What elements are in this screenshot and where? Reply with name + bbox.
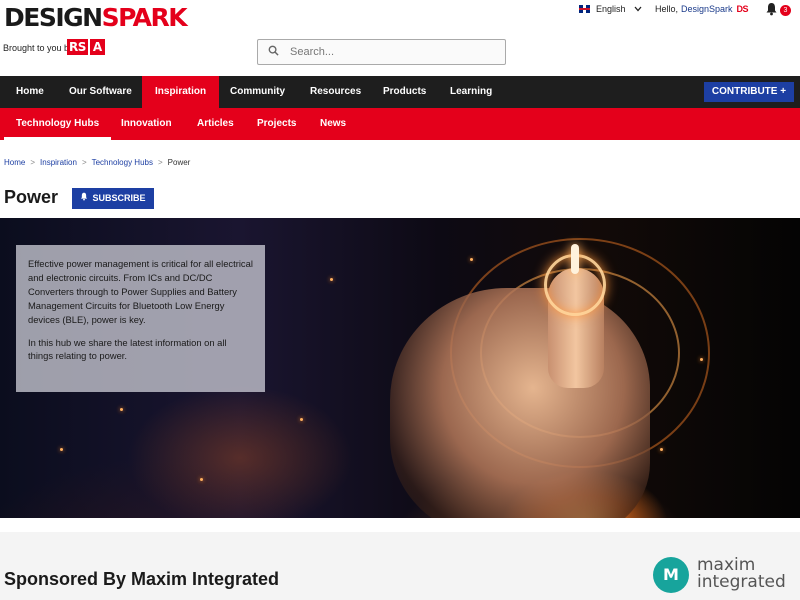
logo-text-design: DESIGN (4, 3, 103, 32)
subnav-item-projects[interactable]: Projects (257, 108, 296, 140)
rs-logo-text: RS (67, 39, 88, 55)
breadcrumb-separator: > (157, 158, 163, 167)
spark-decoration (120, 408, 123, 411)
nav-item-learning[interactable]: Learning (450, 76, 492, 108)
search-icon (268, 45, 282, 59)
subnav-item-innovation[interactable]: Innovation (121, 108, 172, 140)
user-greeting[interactable]: Hello, DesignSpark DS (655, 4, 749, 14)
notification-count-badge: 3 (780, 5, 791, 16)
spark-decoration (60, 448, 63, 451)
search-input[interactable] (290, 46, 490, 58)
brought-to-you-label: Brought to you by (3, 43, 74, 53)
subnav-item-articles[interactable]: Articles (197, 108, 234, 140)
designspark-logo[interactable]: DESIGNSPARK (4, 3, 188, 32)
spark-decoration (660, 448, 663, 451)
breadcrumb-current: Power (167, 158, 191, 167)
breadcrumb-separator: > (81, 158, 87, 167)
logo-text-spark: SPARK (101, 3, 188, 32)
subnav-item-technology-hubs[interactable]: Technology Hubs (4, 108, 112, 140)
subscribe-button[interactable]: SUBSCRIBE (72, 188, 154, 209)
subnav-item-news[interactable]: News (320, 108, 346, 140)
power-symbol-line (571, 244, 579, 274)
chevron-down-icon (634, 4, 642, 14)
user-badge-text: DS (736, 4, 749, 14)
spark-decoration (330, 278, 333, 281)
maxim-logo-line-2: integrated (697, 572, 786, 592)
breadcrumb-inspiration[interactable]: Inspiration (40, 158, 77, 167)
breadcrumb-technology-hubs[interactable]: Technology Hubs (92, 158, 153, 167)
nav-item-resources[interactable]: Resources (310, 76, 361, 108)
main-navigation: Home Our Software Inspiration Community … (0, 76, 800, 108)
spark-decoration (200, 478, 203, 481)
nav-item-home[interactable]: Home (16, 76, 44, 108)
user-avatar-badge[interactable]: DS (737, 4, 749, 14)
maxim-logo-mark[interactable]: M (653, 557, 689, 593)
greeting-text: Hello, (655, 4, 679, 14)
uk-flag-icon (579, 5, 590, 13)
username-link[interactable]: DesignSpark (681, 4, 733, 14)
language-selector[interactable]: English (579, 4, 642, 14)
site-header: DESIGNSPARK Brought to you by RSA Englis… (0, 0, 800, 76)
nav-item-community[interactable]: Community (230, 76, 285, 108)
spark-decoration (700, 358, 703, 361)
nav-item-products[interactable]: Products (383, 76, 426, 108)
bell-icon (80, 188, 88, 209)
hero-banner: Effective power management is critical f… (0, 218, 800, 518)
maxim-logo-text[interactable]: maxim integrated (697, 557, 786, 591)
spark-decoration (300, 418, 303, 421)
page-title: Power (4, 187, 59, 207)
sub-navigation: Technology Hubs Innovation Articles Proj… (0, 108, 800, 140)
a-logo-text: A (89, 39, 105, 55)
search-box[interactable] (257, 39, 506, 65)
sponsor-title: Sponsored By Maxim Integrated (4, 569, 280, 589)
breadcrumb-home[interactable]: Home (4, 158, 25, 167)
nav-item-inspiration[interactable]: Inspiration (142, 76, 220, 108)
nav-item-our-software[interactable]: Our Software (69, 76, 132, 108)
notification-bell-icon[interactable] (765, 2, 778, 19)
contribute-button[interactable]: CONTRIBUTE + (704, 82, 794, 102)
hand-image (390, 288, 650, 518)
rs-partner-logo[interactable]: RS A (67, 39, 105, 55)
language-label: English (596, 4, 626, 14)
hero-description-card: Effective power management is critical f… (16, 245, 265, 392)
breadcrumb-separator: > (30, 158, 36, 167)
hero-paragraph-1: Effective power management is critical f… (28, 258, 253, 325)
spark-decoration (470, 258, 473, 261)
hero-paragraph-2: In this hub we share the latest informat… (28, 336, 227, 362)
subscribe-label: SUBSCRIBE (92, 193, 146, 203)
breadcrumb: Home > Inspiration > Technology Hubs > P… (4, 158, 190, 167)
